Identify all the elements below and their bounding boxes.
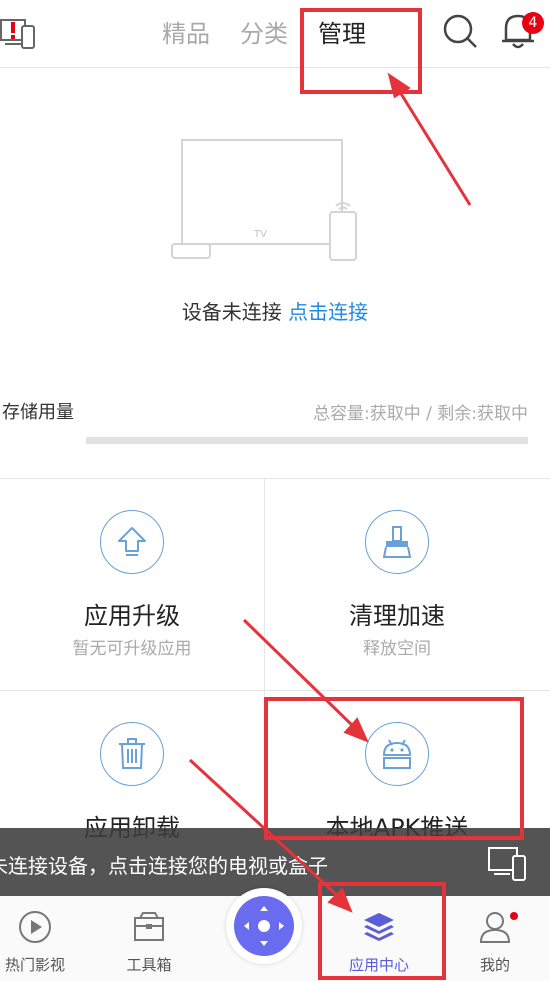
tile-subtitle: 释放空间 (363, 639, 431, 659)
toolbox-icon (134, 912, 164, 941)
device-status-row: 设备未连接 点击连接 (0, 296, 550, 325)
tile-clean-boost[interactable]: 清理加速 释放空间 (265, 478, 529, 688)
tile-title: 应用升级 (84, 602, 180, 630)
top-header: 精品 分类 管理 4 (0, 0, 550, 68)
tab-jingpin[interactable]: 精品 (162, 14, 210, 49)
profile-notification-dot (510, 912, 518, 920)
remote-control-button[interactable] (226, 888, 302, 964)
connect-link[interactable]: 点击连接 (288, 300, 368, 324)
device-status-text: 设备未连接 (181, 300, 282, 324)
nav-label: 热门影视 (4, 956, 65, 974)
broom-icon (365, 510, 429, 574)
nav-mine[interactable]: 我的 (450, 896, 540, 981)
annotation-box-apk-push (264, 697, 524, 840)
play-icon (19, 911, 51, 943)
nav-label: 工具箱 (126, 956, 172, 974)
nav-toolbox[interactable]: 工具箱 (104, 896, 194, 981)
tile-title: 清理加速 (349, 602, 445, 630)
tab-fenlei[interactable]: 分类 (240, 14, 288, 49)
app-screen: 精品 分类 管理 4 TV 设备未连接 点击连接 存储用量 总容量:获取中 / … (0, 0, 550, 981)
nav-hot-videos[interactable]: 热门影视 (0, 896, 80, 981)
storage-bar (86, 437, 528, 444)
remote-control-icon (234, 896, 294, 956)
tile-app-upgrade[interactable]: 应用升级 暂无可升级应用 (0, 478, 264, 688)
tile-subtitle: 暂无可升级应用 (72, 639, 192, 659)
storage-label: 存储用量 (2, 402, 74, 423)
tv-illustration: TV (171, 139, 357, 261)
annotation-arrow-manage (398, 91, 472, 206)
cast-device-icon (488, 847, 526, 881)
annotation-box-app-center (318, 882, 446, 980)
upgrade-icon (100, 510, 164, 574)
notification-badge: 4 (522, 12, 544, 34)
tv-label: TV (253, 229, 267, 240)
storage-info: 总容量:获取中 / 剩余:获取中 (313, 404, 528, 424)
nav-label: 我的 (479, 956, 510, 974)
profile-icon (479, 912, 511, 943)
trash-icon (100, 722, 164, 786)
cast-icon[interactable] (0, 12, 40, 52)
annotation-box-manage-tab (300, 8, 422, 94)
toast-text: 未连接设备，点击连接您的电视或盒子 (0, 854, 328, 878)
search-icon[interactable] (441, 12, 479, 50)
